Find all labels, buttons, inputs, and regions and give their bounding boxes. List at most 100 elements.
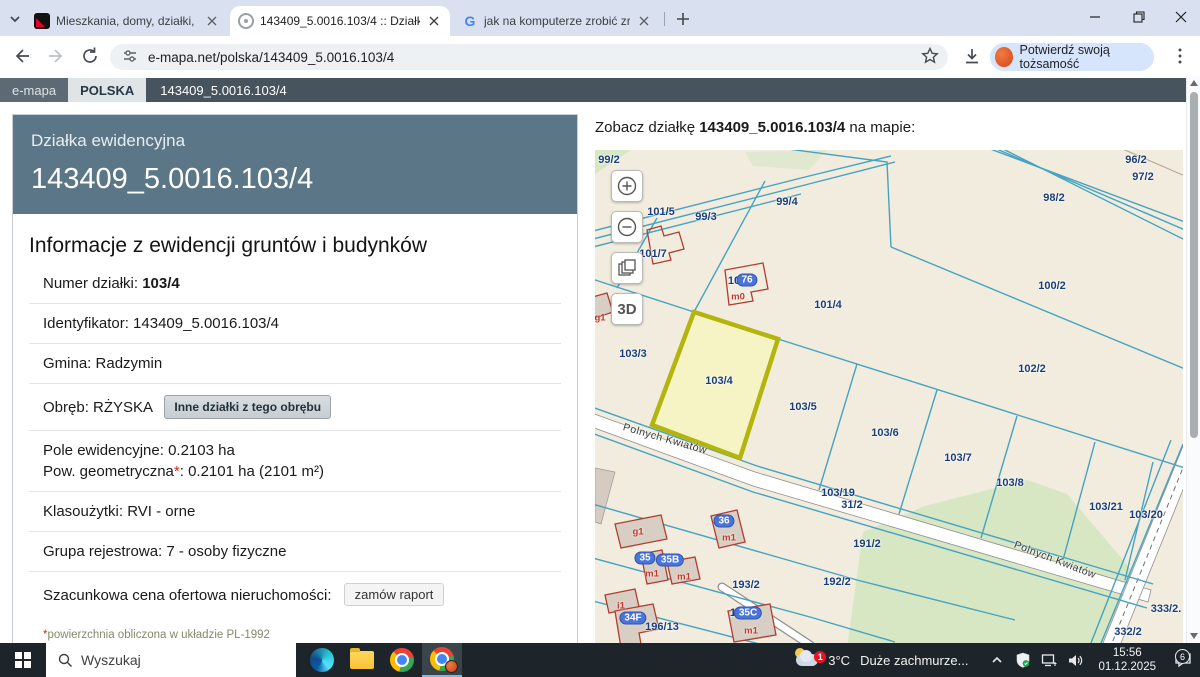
emapa-region-tab[interactable]: POLSKA — [68, 78, 146, 102]
other-parcels-button[interactable]: Inne działki z tego obrębu — [164, 395, 331, 419]
notification-count-badge: 6 — [1175, 649, 1190, 664]
start-button[interactable] — [0, 643, 46, 677]
tab-close-icon[interactable] — [204, 13, 220, 29]
area-geometric-value: : 0.2101 ha (2101 m²) — [180, 463, 324, 480]
windows-security-shield-icon[interactable] — [1010, 652, 1036, 668]
emapa-breadcrumb-bar: e-mapa POLSKA 143409_5.0016.103/4 — [0, 78, 1200, 102]
clock-time: 15:56 — [1098, 646, 1156, 660]
search-placeholder: Wyszukaj — [81, 652, 141, 668]
tab-otodom[interactable]: Mieszkania, domy, działki, lokal — [26, 6, 228, 36]
scrollbar-up-arrow-icon[interactable] — [1190, 80, 1198, 86]
tab-close-icon[interactable] — [636, 13, 652, 29]
forward-button[interactable] — [46, 46, 66, 66]
row-parcel-number: Numer działki: 103/4 — [29, 264, 561, 304]
tab-google-search[interactable]: G jak na komputerze zrobić zrzut — [454, 6, 660, 36]
weather-cloud-icon: 1 — [794, 652, 820, 668]
browser-tabstrip: Mieszkania, domy, działki, lokal 143409_… — [0, 0, 1200, 36]
parcel-number-label: Numer działki: — [43, 275, 142, 292]
search-icon — [58, 653, 73, 668]
action-center-icon[interactable]: 6 — [1166, 652, 1200, 668]
window-minimize-button[interactable] — [1080, 6, 1110, 28]
weather-desc: Duże zachmurze... — [860, 653, 968, 668]
windows-logo-icon — [15, 652, 31, 668]
row-land-use: Klasoużytki: RVI - orne — [29, 492, 561, 532]
map-zoom-out-button[interactable] — [611, 211, 643, 243]
parcel-type-label: Działka ewidencyjna — [31, 131, 559, 151]
browser-menu-icon[interactable] — [1170, 46, 1190, 66]
row-register-group: Grupa rejestrowa: 7 - osoby fizyczne — [29, 532, 561, 572]
parcel-number-value: 103/4 — [142, 275, 180, 292]
address-bar[interactable]: e-mapa.net/polska/143409_5.0016.103/4 — [110, 44, 948, 70]
tab-title: Mieszkania, domy, działki, lokal — [56, 14, 198, 28]
taskbar-chrome-icon[interactable] — [382, 643, 422, 677]
map-caption-post: na mapie: — [845, 119, 915, 136]
area-geometric-label: Pow. geometryczna — [43, 463, 174, 480]
scrollbar-thumb[interactable] — [1190, 92, 1198, 438]
bookmark-star-icon[interactable] — [920, 46, 940, 66]
scrollbar-down-arrow-icon[interactable] — [1190, 633, 1198, 639]
area-geometric: Pow. geometryczna*: 0.2101 ha (2101 m²) — [43, 463, 559, 480]
tab-divider — [664, 12, 665, 26]
back-button[interactable] — [12, 46, 32, 66]
google-favicon-icon: G — [462, 13, 478, 29]
row-gmina: Gmina: Radzymin — [29, 344, 561, 384]
parcel-panel-header: Działka ewidencyjna 143409_5.0016.103/4 — [13, 115, 577, 214]
map-geometry — [595, 150, 1183, 643]
taskbar-chrome-active-icon[interactable] — [422, 643, 462, 677]
weather-widget[interactable]: 1 3°C Duże zachmurze... — [788, 652, 984, 668]
taskbar-clock[interactable]: 15:56 01.12.2025 — [1098, 646, 1156, 674]
taskbar-search-input[interactable]: Wyszukaj — [46, 643, 296, 677]
row-obreb: Obręb: RŻYSKA Inne działki z tego obrębu — [29, 384, 561, 431]
page-scrollbar[interactable] — [1186, 76, 1200, 643]
site-settings-icon[interactable] — [122, 48, 138, 67]
row-price-estimate: Szacunkowa cena ofertowa nieruchomości: … — [29, 572, 561, 617]
tray-expand-chevron-icon[interactable] — [984, 653, 1010, 667]
tab-search-chevron-icon[interactable] — [6, 10, 24, 28]
section-title-egib: Informacje z ewidencji gruntów i budynkó… — [29, 234, 561, 258]
window-restore-button[interactable] — [1124, 6, 1154, 28]
tab-close-icon[interactable] — [426, 13, 442, 29]
volume-icon[interactable] — [1062, 653, 1088, 668]
reload-button[interactable] — [80, 46, 100, 66]
highlighted-parcel — [652, 312, 778, 458]
map-caption-parcel-id: 143409_5.0016.103/4 — [699, 119, 845, 136]
map-zoom-in-button[interactable] — [611, 170, 643, 202]
price-estimate-label: Szacunkowa cena ofertowa nieruchomości: — [43, 587, 336, 604]
identity-confirm-button[interactable]: Potwierdź swoją tożsamość — [990, 43, 1154, 71]
download-icon[interactable] — [962, 46, 982, 66]
window-close-button[interactable] — [1166, 6, 1196, 28]
taskbar-edge-icon[interactable] — [302, 643, 342, 677]
obreb-value: Obręb: RŻYSKA — [43, 399, 152, 416]
otodom-favicon-icon — [34, 13, 50, 29]
map-caption-pre: Zobacz działkę — [595, 119, 699, 136]
tab-title: jak na komputerze zrobić zrzut — [484, 14, 630, 28]
row-identifier: Identyfikator: 143409_5.0016.103/4 — [29, 304, 561, 344]
clock-date: 01.12.2025 — [1098, 660, 1156, 674]
tab-title: 143409_5.0016.103/4 :: Działka e — [260, 14, 420, 28]
weather-temp: 3°C — [828, 653, 850, 668]
chrome-profile-badge — [445, 660, 458, 673]
network-icon[interactable] — [1036, 653, 1062, 668]
emapa-brand[interactable]: e-mapa — [0, 78, 68, 102]
map-layers-button[interactable] — [611, 252, 643, 284]
profile-avatar — [995, 47, 1013, 67]
parcel-id-title: 143409_5.0016.103/4 — [31, 163, 559, 196]
map-3d-button[interactable]: 3D — [611, 293, 643, 325]
order-report-button[interactable]: zamów raport — [344, 583, 445, 606]
parcel-panel-body: Informacje z ewidencji gruntów i budynkó… — [13, 214, 577, 677]
cadastral-map-canvas[interactable]: 99/296/297/298/299/4101/599/3101/710101/… — [595, 150, 1183, 643]
taskbar-file-explorer-icon[interactable] — [342, 643, 382, 677]
browser-toolbar: e-mapa.net/polska/143409_5.0016.103/4 Po… — [0, 36, 1200, 76]
weather-alert-badge: 1 — [814, 651, 826, 663]
area-cadastral: Pole ewidencyjne: 0.2103 ha — [43, 442, 559, 459]
footnote: *powierzchnia obliczona w układzie PL-19… — [29, 617, 561, 643]
windows-taskbar: Wyszukaj 1 3°C Duże zachmurze... — [0, 643, 1200, 677]
emapa-path: 143409_5.0016.103/4 — [146, 78, 301, 102]
url-text: e-mapa.net/polska/143409_5.0016.103/4 — [148, 50, 394, 65]
desktop-screen: Mieszkania, domy, działki, lokal 143409_… — [0, 0, 1200, 677]
parcel-info-panel: Działka ewidencyjna 143409_5.0016.103/4 … — [12, 114, 578, 654]
tab-emapa-active[interactable]: 143409_5.0016.103/4 :: Działka e — [230, 6, 450, 36]
footnote-text: powierzchnia obliczona w układzie PL-199… — [47, 629, 269, 641]
map-caption: Zobacz działkę 143409_5.0016.103/4 na ma… — [595, 119, 915, 136]
new-tab-button[interactable] — [674, 10, 692, 28]
